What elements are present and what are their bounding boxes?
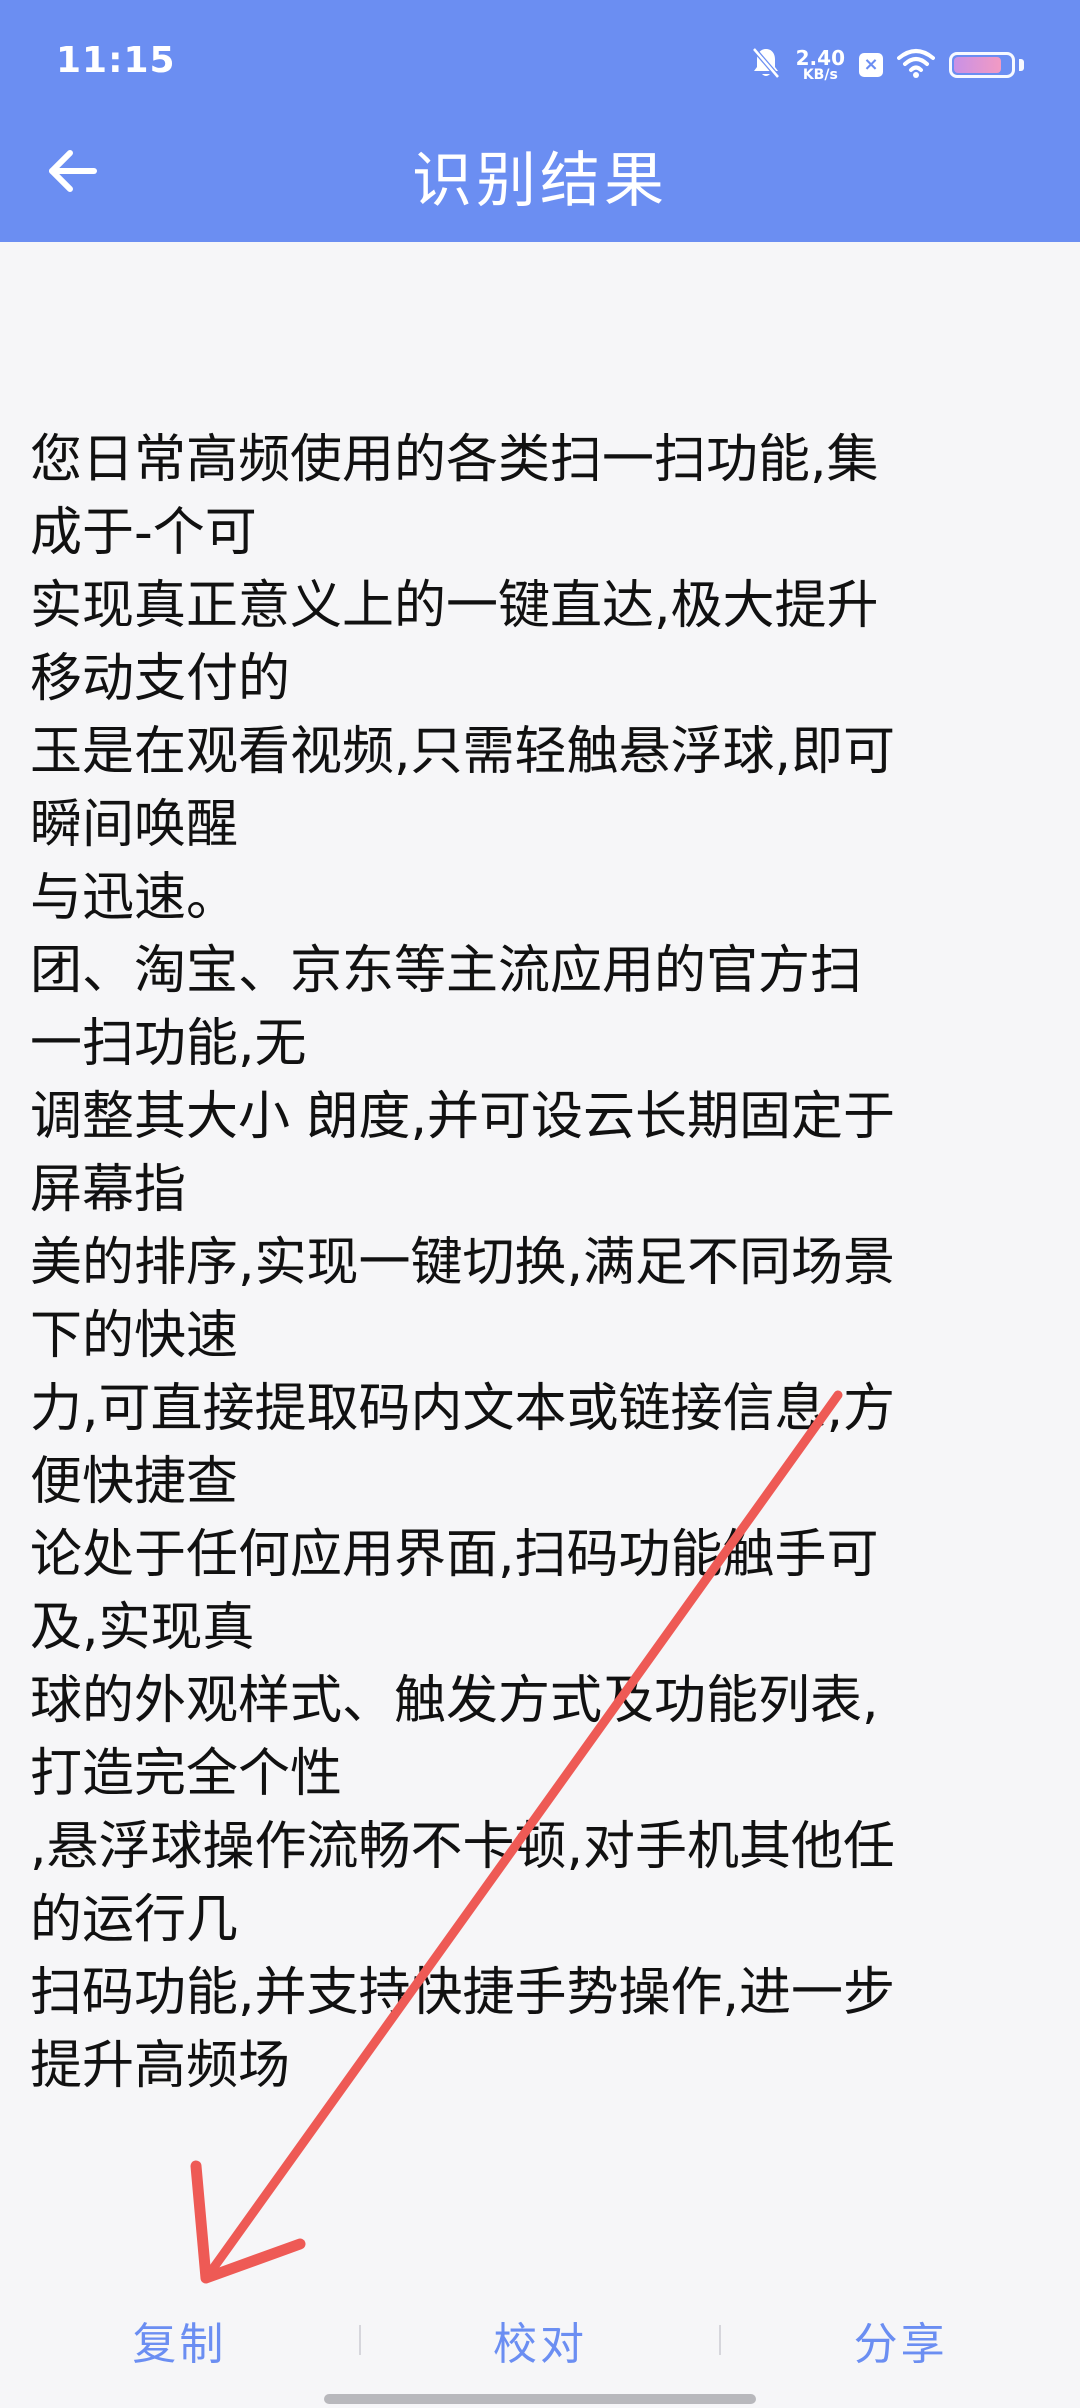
bottom-action-bar: 复制 校对 分享 [0, 2300, 1080, 2380]
text-line: 瞬间唤醒 [30, 795, 239, 855]
text-line: 打造完全个性 [30, 1744, 343, 1804]
text-line: 您日常高频使用的各类扫一扫功能,集 [30, 430, 879, 490]
status-time: 11:15 [56, 40, 176, 81]
net-speed-value: 2.40 [795, 46, 845, 70]
wifi-icon [897, 48, 935, 82]
bell-muted-icon [750, 46, 782, 84]
copy-button[interactable]: 复制 [0, 2300, 359, 2380]
text-line: 下的快速 [30, 1306, 239, 1366]
text-line: 玉是在观看视频,只需轻触悬浮球,即可 [30, 722, 896, 782]
text-line: 美的排序,实现一键切换,满足不同场景 [30, 1233, 896, 1293]
text-line: 与迅速。 [30, 868, 239, 928]
app-header: 11:15 2.40 KB/s × 识别结果 [0, 0, 1080, 242]
net-speed-unit: KB/s [802, 67, 838, 83]
share-button[interactable]: 分享 [721, 2300, 1080, 2380]
text-line: 团、淘宝、京东等主流应用的官方扫 [30, 941, 863, 1001]
text-line: 的运行几 [30, 1890, 239, 1950]
text-line: 一扫功能,无 [30, 1014, 307, 1074]
battery-tip [1019, 59, 1024, 71]
text-line: 球的外观样式、触发方式及功能列表, [30, 1671, 879, 1731]
text-line: 成于-个可 [30, 503, 257, 563]
text-line: 屏幕指 [30, 1160, 187, 1220]
page-title: 识别结果 [412, 146, 668, 216]
recognized-text: 您日常高频使用的各类扫一扫功能,集 成于-个可实现真正意义上的一键直达,极大提升移… [30, 424, 1060, 2103]
status-icons: 2.40 KB/s × [750, 40, 1024, 90]
net-speed: 2.40 KB/s [796, 48, 845, 82]
battery-level [954, 57, 1001, 73]
text-line: 移动支付的 [30, 649, 291, 709]
text-line: 提升高频场 [30, 2036, 291, 2096]
home-indicator[interactable] [324, 2394, 756, 2404]
text-line: ,悬浮球操作流畅不卡顿,对手机其他任 [30, 1817, 896, 1877]
text-line: 力,可直接提取码内文本或链接信息,方 [30, 1379, 896, 1439]
text-line: 论处于任何应用界面,扫码功能触手可 [30, 1525, 879, 1585]
text-line: 扫码功能,并支持快捷手势操作,进一步 [30, 1963, 896, 2023]
text-line: 实现真正意义上的一键直达,极大提升 [30, 576, 879, 636]
text-line: 调整其大小 朗度,并可设云长期固定于 [30, 1087, 896, 1147]
x-badge-icon: × [859, 53, 883, 77]
text-line: 及,实现真 [30, 1598, 255, 1658]
text-line: 便快捷查 [30, 1452, 239, 1512]
battery-icon [949, 52, 1015, 78]
proofread-button[interactable]: 校对 [361, 2300, 720, 2380]
